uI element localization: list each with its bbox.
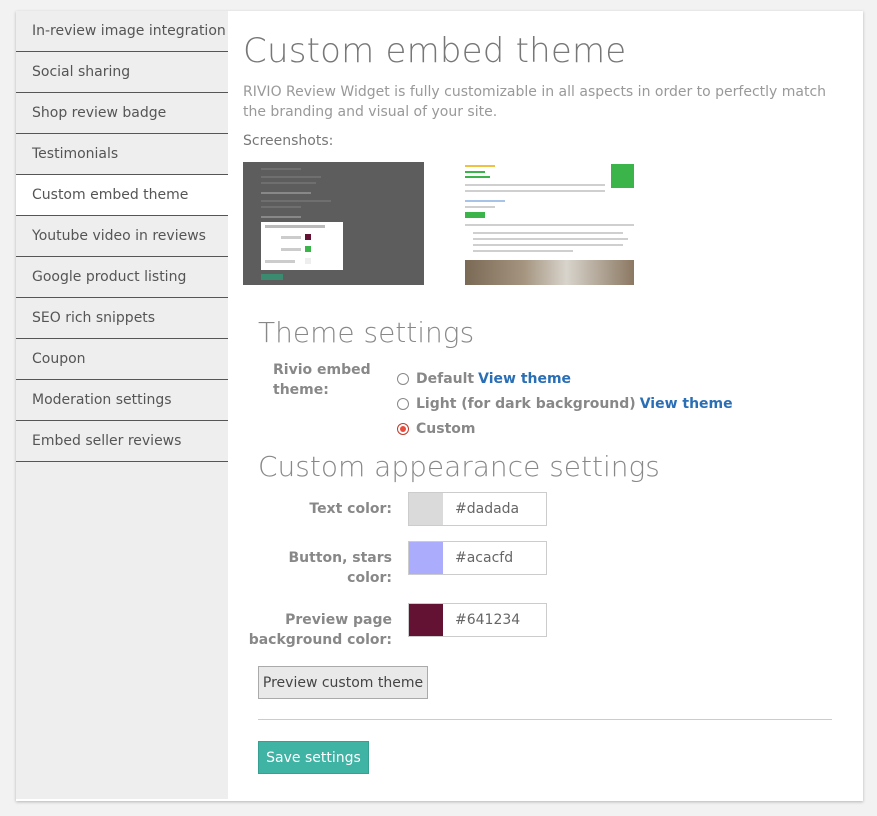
preview-custom-theme-button[interactable]: Preview custom theme (258, 666, 428, 699)
divider (258, 719, 832, 720)
radio-default[interactable] (397, 373, 409, 385)
text-color-label: Text color: (309, 501, 392, 517)
theme-option-custom[interactable]: Custom (397, 421, 475, 437)
theme-label: Rivio embed theme: (273, 362, 371, 398)
theme-option-light-label: Light (for dark background) (416, 396, 636, 412)
sidebar-item-youtube-video[interactable]: Youtube video in reviews (16, 216, 228, 257)
button-stars-color-input[interactable]: #acacfd (408, 541, 547, 575)
theme-settings-heading: Theme settings (258, 316, 475, 349)
button-stars-color-swatch[interactable] (409, 542, 443, 574)
sidebar-item-testimonials[interactable]: Testimonials (16, 134, 228, 175)
button-stars-color-value: #acacfd (455, 550, 514, 566)
sidebar-item-embed-seller-reviews[interactable]: Embed seller reviews (16, 421, 228, 462)
save-settings-button[interactable]: Save settings (258, 741, 369, 774)
intro-text: RIVIO Review Widget is fully customizabl… (243, 84, 827, 120)
sidebar-item-seo-rich-snippets[interactable]: SEO rich snippets (16, 298, 228, 339)
text-color-input[interactable]: #dadada (408, 492, 547, 526)
theme-option-default[interactable]: Default View theme (397, 371, 571, 387)
radio-light[interactable] (397, 398, 409, 410)
main-content: Custom embed theme RIVIO Review Widget i… (228, 11, 863, 799)
custom-appearance-heading: Custom appearance settings (258, 450, 660, 483)
sidebar-item-social-sharing[interactable]: Social sharing (16, 52, 228, 93)
preview-bg-color-value: #641234 (455, 612, 521, 628)
view-light-theme-link[interactable]: View theme (640, 396, 733, 412)
screenshot-thumbnail-settings[interactable] (243, 162, 424, 285)
screenshot-thumbnail-widget[interactable] (453, 162, 634, 285)
theme-option-custom-label: Custom (416, 421, 476, 437)
settings-card: In-review image integration Social shari… (16, 11, 863, 801)
text-color-value: #dadada (455, 501, 520, 517)
theme-option-default-label: Default (416, 371, 475, 387)
theme-option-light[interactable]: Light (for dark background) View theme (397, 396, 733, 412)
radio-custom[interactable] (397, 423, 409, 435)
sidebar: In-review image integration Social shari… (16, 11, 228, 799)
sidebar-item-coupon[interactable]: Coupon (16, 339, 228, 380)
preview-bg-color-input[interactable]: #641234 (408, 603, 547, 637)
preview-bg-color-swatch[interactable] (409, 604, 443, 636)
page-title: Custom embed theme (243, 31, 627, 71)
view-default-theme-link[interactable]: View theme (478, 371, 571, 387)
sidebar-item-google-product-listing[interactable]: Google product listing (16, 257, 228, 298)
sidebar-item-moderation-settings[interactable]: Moderation settings (16, 380, 228, 421)
sidebar-item-custom-embed-theme[interactable]: Custom embed theme (16, 175, 228, 216)
sidebar-item-shop-review-badge[interactable]: Shop review badge (16, 93, 228, 134)
text-color-swatch[interactable] (409, 493, 443, 525)
button-stars-color-label: Button, stars color: (288, 550, 392, 586)
sidebar-item-in-review-image[interactable]: In-review image integration (16, 11, 228, 52)
preview-bg-color-label: Preview page background color: (248, 612, 392, 648)
screenshots-label: Screenshots: (243, 133, 334, 149)
